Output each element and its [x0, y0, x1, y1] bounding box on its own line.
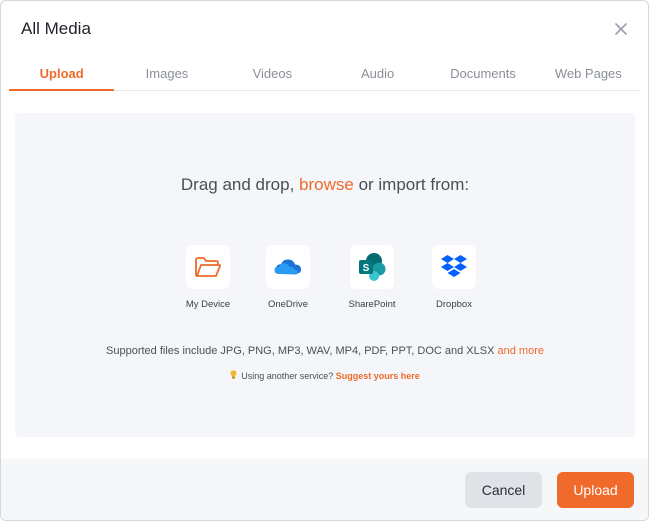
suggest-service-line: Using another service? Suggest yours her…: [15, 370, 635, 381]
tab-images[interactable]: Images: [114, 57, 219, 90]
supported-files-text: Supported files include JPG, PNG, MP3, W…: [15, 345, 635, 357]
tab-documents[interactable]: Documents: [430, 57, 535, 90]
and-more-link[interactable]: and more: [498, 345, 544, 357]
sharepoint-icon: S: [359, 253, 386, 281]
dropbox-icon-box: [432, 245, 476, 289]
media-dialog: All Media Upload Images Videos Audio Doc…: [0, 0, 649, 521]
source-onedrive[interactable]: OneDrive: [253, 245, 323, 310]
another-service-text: Using another service?: [241, 371, 336, 381]
browse-link[interactable]: browse: [299, 175, 354, 194]
dropbox-icon: [441, 255, 467, 277]
source-label: Dropbox: [436, 299, 472, 310]
tab-web-pages[interactable]: Web Pages: [536, 57, 641, 90]
close-button[interactable]: [611, 19, 631, 39]
source-label: My Device: [185, 299, 231, 310]
tab-audio[interactable]: Audio: [325, 57, 430, 90]
onedrive-icon: [274, 259, 301, 275]
lightbulb-icon: [230, 370, 237, 381]
upload-button[interactable]: Upload: [557, 472, 634, 508]
import-sources: My Device OneDrive S SharePoint Dropbox: [173, 245, 476, 315]
source-dropbox[interactable]: Dropbox: [419, 245, 489, 310]
dialog-footer: Cancel Upload: [1, 459, 648, 520]
source-sharepoint[interactable]: S SharePoint: [337, 245, 407, 310]
tab-upload[interactable]: Upload: [9, 57, 115, 91]
drop-headline: Drag and drop, browse or import from:: [15, 175, 635, 195]
source-label: OneDrive: [267, 299, 309, 310]
cancel-button[interactable]: Cancel: [465, 472, 542, 508]
headline-text-before: Drag and drop,: [180, 175, 300, 194]
close-icon: [615, 23, 627, 35]
sharepoint-icon-box: S: [350, 245, 394, 289]
source-my-device[interactable]: My Device: [173, 245, 243, 310]
svg-text:S: S: [363, 263, 370, 274]
headline-text-after: or import from:: [353, 175, 470, 194]
drop-zone[interactable]: Drag and drop, browse or import from: My…: [15, 113, 635, 437]
my-device-icon-box: [186, 245, 230, 289]
source-label: SharePoint: [348, 299, 396, 310]
dialog-title: All Media: [21, 19, 91, 38]
onedrive-icon-box: [266, 245, 310, 289]
folder-icon: [195, 257, 222, 277]
suggest-link[interactable]: Suggest yours here: [336, 371, 420, 381]
tab-videos[interactable]: Videos: [220, 57, 325, 90]
supported-files-list: Supported files include JPG, PNG, MP3, W…: [106, 345, 498, 357]
media-tabs: Upload Images Videos Audio Documents Web…: [9, 57, 641, 91]
